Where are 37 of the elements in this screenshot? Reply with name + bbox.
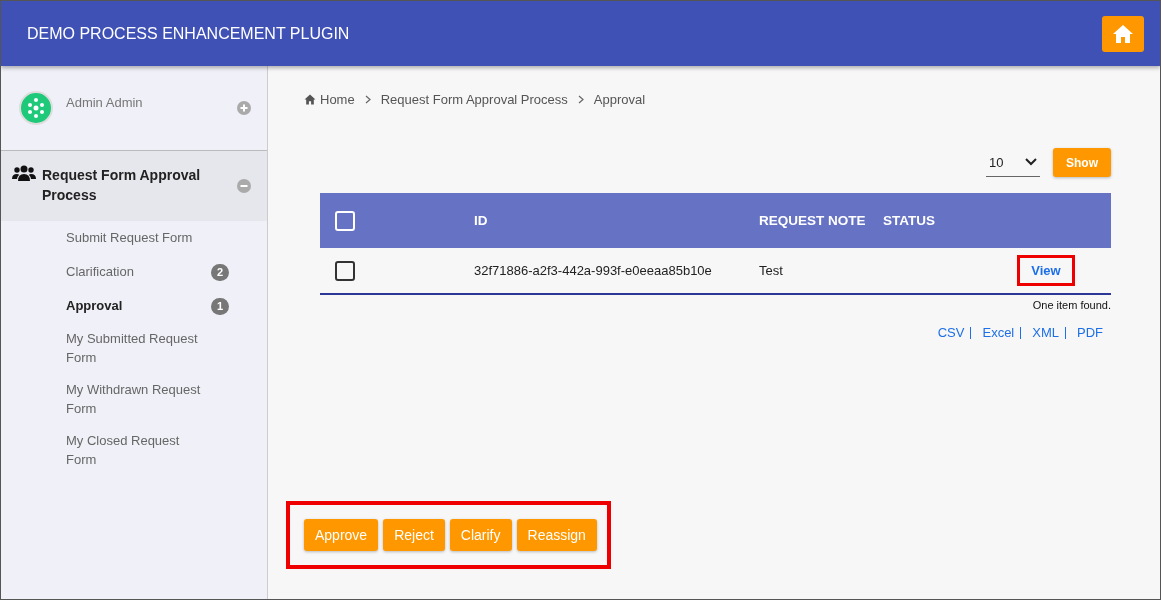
- home-icon: [1112, 23, 1134, 44]
- sidebar-item[interactable]: Approval 1: [1, 289, 267, 323]
- result-count: One item found.: [1031, 299, 1111, 311]
- export-link[interactable]: CSV: [937, 325, 965, 340]
- collapse-icon[interactable]: [237, 179, 251, 193]
- process-group-header[interactable]: Request Form Approval Process: [1, 151, 267, 221]
- sidebar-item[interactable]: Submit Request Form: [1, 221, 267, 255]
- checkbox[interactable]: [335, 260, 355, 281]
- page-size-select[interactable]: 10: [986, 148, 1040, 177]
- table-cell: 32f71886-a2f3-442a-993f-e0eeaa85b10e: [474, 263, 712, 278]
- users-icon: [12, 164, 36, 182]
- export-link[interactable]: XML: [1032, 325, 1059, 340]
- app-title: DEMO PROCESS ENHANCEMENT PLUGIN: [27, 24, 350, 43]
- sidebar-item[interactable]: My Closed Request Form: [1, 425, 267, 476]
- plus-icon[interactable]: [237, 101, 251, 115]
- view-link[interactable]: View: [1017, 255, 1075, 286]
- avatar-icon: [19, 91, 53, 125]
- export-link[interactable]: PDF: [1077, 325, 1103, 340]
- sidebar-item[interactable]: My Withdrawn Request Form: [1, 374, 267, 425]
- chevron-icon: [577, 95, 584, 104]
- breadcrumb-link[interactable]: Home: [320, 92, 355, 107]
- user-name: Admin Admin: [66, 94, 144, 110]
- sidebar-item[interactable]: My Submitted Request Form: [1, 323, 267, 374]
- caret-icon: [1025, 158, 1037, 166]
- sidebar-item[interactable]: Clarification 2: [1, 255, 267, 289]
- home-button[interactable]: [1102, 15, 1144, 52]
- table-cell: Test: [759, 263, 783, 278]
- count-badge: 2: [211, 263, 229, 281]
- breadcrumb-link[interactable]: Request Form Approval Process: [380, 92, 568, 107]
- home-icon: [304, 94, 316, 105]
- count-badge: 1: [211, 297, 229, 315]
- column-header: STATUS: [883, 213, 935, 228]
- chevron-icon: [364, 95, 371, 104]
- column-header: ID: [474, 213, 488, 228]
- breadcrumb-link[interactable]: Approval: [593, 92, 646, 107]
- export-link[interactable]: Excel: [982, 325, 1015, 340]
- column-header: REQUEST NOTE: [759, 213, 866, 228]
